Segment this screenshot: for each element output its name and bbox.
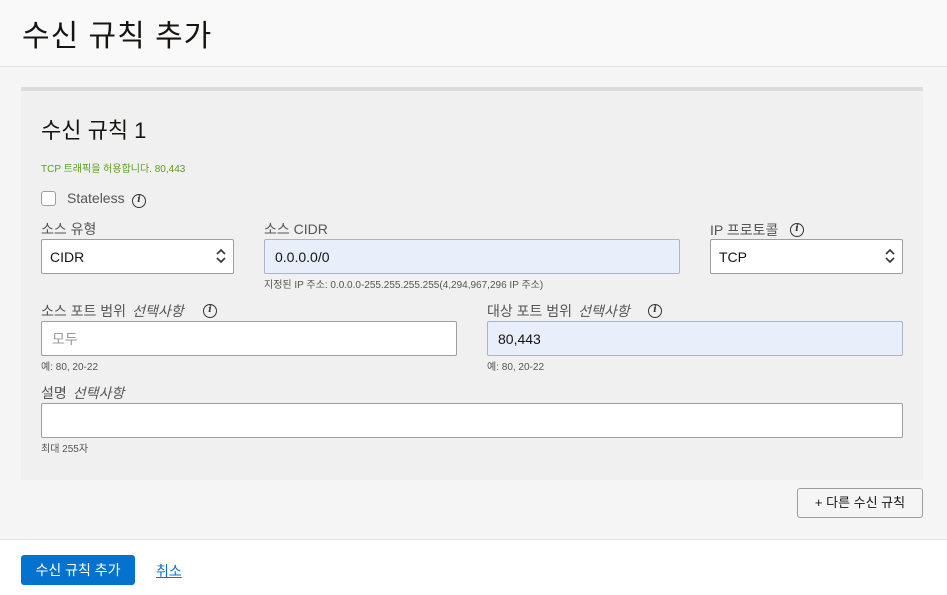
- source-type-label: 소스 유형: [41, 221, 97, 237]
- info-icon[interactable]: i: [203, 304, 217, 318]
- source-cidr-label: 소스 CIDR: [264, 221, 328, 237]
- info-icon[interactable]: i: [790, 223, 804, 237]
- source-type-value: CIDR: [50, 249, 85, 265]
- add-ingress-rule-button[interactable]: 수신 규칙 추가: [21, 555, 135, 585]
- source-cidr-input[interactable]: [264, 239, 680, 274]
- info-icon[interactable]: i: [648, 304, 662, 318]
- ip-protocol-label: IP 프로토콜: [710, 222, 779, 238]
- chevron-up-down-icon: [885, 248, 895, 264]
- dest-port-hint: 예: 80, 20-22: [487, 362, 545, 373]
- source-type-select[interactable]: CIDR: [41, 239, 234, 274]
- source-cidr-hint: 지정된 IP 주소: 0.0.0.0-255.255.255.255(4,294…: [264, 280, 544, 291]
- source-port-hint: 예: 80, 20-22: [41, 362, 99, 373]
- source-port-input[interactable]: [41, 321, 457, 356]
- rule-title: 수신 규칙 1: [41, 118, 147, 143]
- page-header: 수신 규칙 추가: [0, 0, 947, 67]
- info-icon[interactable]: i: [132, 194, 146, 208]
- rule-summary: TCP 트래픽을 허용합니다. 80,443: [41, 164, 186, 175]
- ip-protocol-select[interactable]: TCP: [710, 239, 903, 274]
- stateless-checkbox[interactable]: [41, 191, 56, 206]
- chevron-up-down-icon: [216, 248, 226, 264]
- add-another-rule-button[interactable]: + 다른 수신 규칙: [797, 488, 923, 518]
- description-input[interactable]: [41, 403, 903, 438]
- page-title: 수신 규칙 추가: [22, 20, 213, 53]
- ingress-rule-panel: 수신 규칙 1 TCP 트래픽을 허용합니다. 80,443 Stateless…: [21, 87, 923, 480]
- description-label: 설명 선택사항: [41, 385, 125, 401]
- footer: 수신 규칙 추가 취소: [0, 539, 947, 595]
- stateless-label: Stateless: [67, 190, 125, 206]
- ip-protocol-value: TCP: [719, 249, 747, 265]
- cancel-link[interactable]: 취소: [156, 561, 182, 581]
- dest-port-label: 대상 포트 범위 선택사항: [487, 303, 630, 319]
- dest-port-input[interactable]: [487, 321, 903, 356]
- source-port-label: 소스 포트 범위 선택사항: [41, 303, 184, 319]
- description-hint: 최대 255자: [41, 444, 89, 455]
